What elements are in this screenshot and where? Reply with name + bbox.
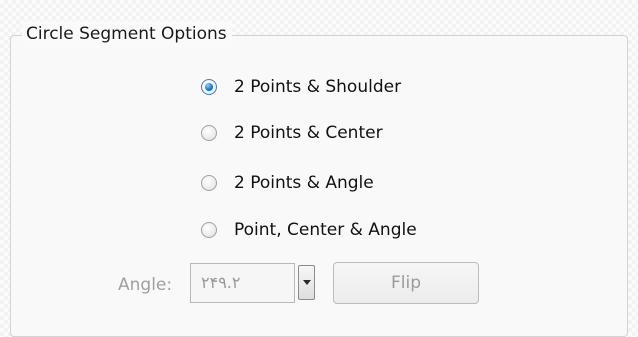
radio-button-selected-icon[interactable] — [201, 79, 217, 95]
radio-button-icon[interactable] — [201, 175, 217, 191]
group-title: Circle Segment Options — [22, 21, 232, 47]
radio-label: 2 Points & Angle — [234, 173, 374, 193]
radio-label: 2 Points & Shoulder — [234, 77, 402, 97]
angle-input[interactable]: ٢۴٩.٢ — [190, 263, 295, 303]
radio-2-points-angle[interactable]: 2 Points & Angle — [201, 170, 374, 196]
angle-label: Angle: — [118, 275, 173, 295]
flip-button[interactable]: Flip — [333, 262, 479, 304]
chevron-down-icon — [302, 280, 311, 285]
radio-label: 2 Points & Center — [234, 123, 383, 143]
radio-dot-icon — [205, 83, 213, 91]
radio-2-points-center[interactable]: 2 Points & Center — [201, 120, 383, 146]
radio-button-icon[interactable] — [201, 222, 217, 238]
radio-label: Point, Center & Angle — [234, 220, 417, 240]
angle-dropdown-button[interactable] — [298, 265, 315, 300]
radio-button-icon[interactable] — [201, 125, 217, 141]
radio-2-points-shoulder[interactable]: 2 Points & Shoulder — [201, 74, 401, 100]
radio-point-center-angle[interactable]: Point, Center & Angle — [201, 217, 417, 243]
